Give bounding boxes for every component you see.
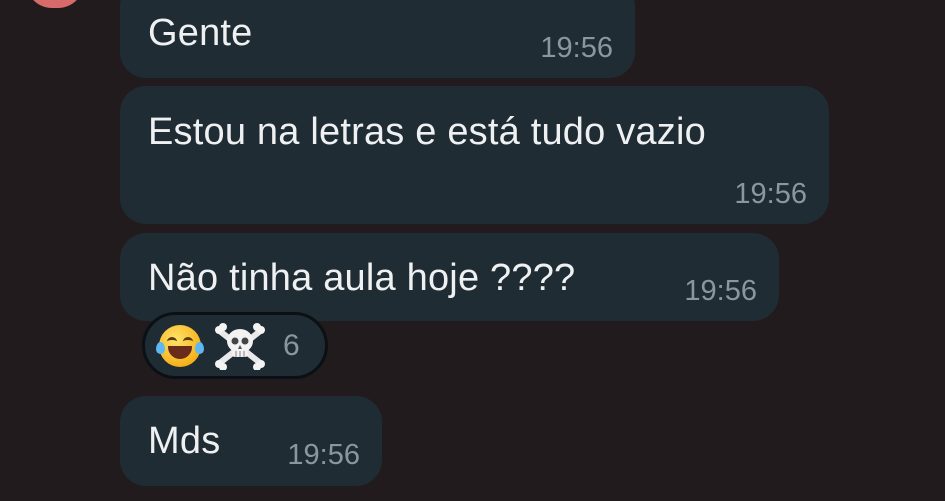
message-bubble[interactable]: Mds 19:56: [120, 396, 382, 486]
skull-crossbones-icon: [215, 322, 265, 370]
laughing-tears-icon: [156, 324, 204, 367]
message-text: Não tinha aula hoje ????: [148, 257, 576, 299]
chat-conversation: Gente 19:56 Estou na letras e está tudo …: [0, 0, 945, 501]
sender-avatar[interactable]: [26, 0, 84, 8]
reactions-pill[interactable]: 6: [142, 312, 328, 379]
message-text: Estou na letras e está tudo vazio: [148, 111, 706, 153]
message-text: Gente: [148, 12, 253, 54]
message-timestamp: 19:56: [684, 275, 757, 307]
message-timestamp: 19:56: [734, 178, 807, 210]
message-bubble[interactable]: Estou na letras e está tudo vazio 19:56: [120, 86, 829, 224]
message-text: Mds: [148, 420, 221, 462]
reaction-count: 6: [283, 328, 300, 362]
message-bubble[interactable]: Não tinha aula hoje ???? 19:56: [120, 233, 779, 321]
message-timestamp: 19:56: [540, 32, 613, 64]
message-bubble[interactable]: Gente 19:56: [120, 0, 635, 78]
message-timestamp: 19:56: [287, 439, 360, 471]
